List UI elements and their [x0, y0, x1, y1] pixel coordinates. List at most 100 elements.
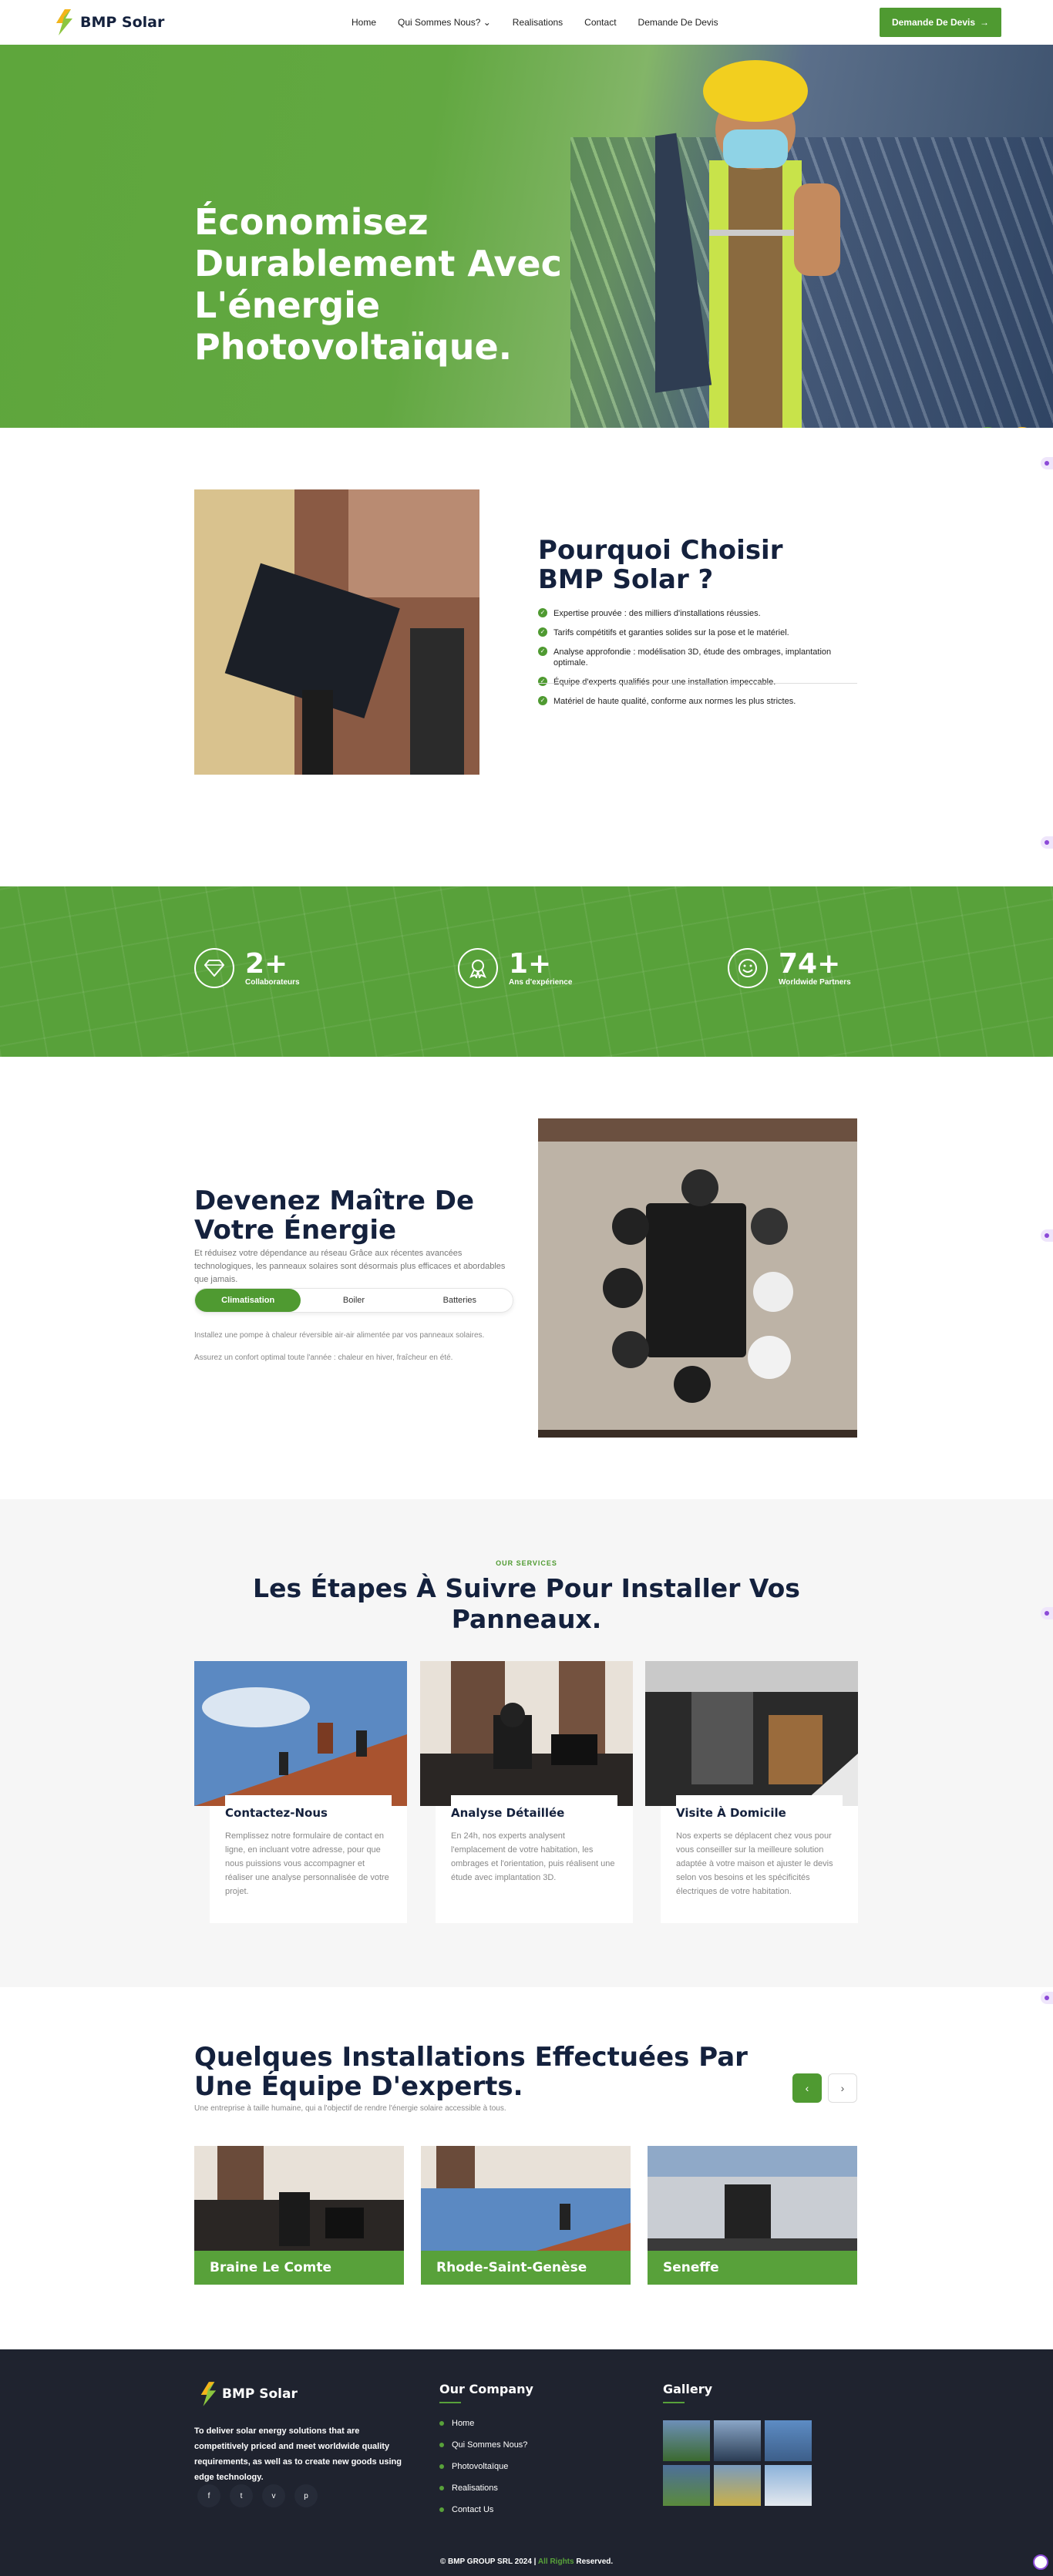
- bolt-logo-icon: [200, 2382, 217, 2406]
- copyright-end: Reserved.: [576, 2558, 614, 2566]
- installation-card[interactable]: Rhode-Saint-Genèse: [421, 2146, 631, 2285]
- copyright: © BMP GROUP SRL 2024 | All Rights Reserv…: [0, 2558, 1053, 2566]
- footer-about: To deliver solar energy solutions that a…: [194, 2426, 402, 2482]
- twitter-icon[interactable]: t: [230, 2484, 253, 2507]
- check-icon: ✓: [538, 627, 547, 637]
- list-item: ✓ Analyse approfondie : modélisation 3D, …: [538, 647, 862, 668]
- step-title: Visite À Domicile: [676, 1795, 843, 1820]
- footer-brand: BMP Solar: [222, 2386, 298, 2402]
- step-card: Analyse Détaillée En 24h, nos experts an…: [420, 1661, 633, 1923]
- footer-link-photovoltaique[interactable]: Photovoltaïque: [439, 2462, 527, 2471]
- menu-item-home[interactable]: Home: [352, 17, 376, 28]
- steps-section: OUR SERVICES Les Étapes À Suivre Pour In…: [0, 1499, 1053, 1987]
- footer-company-links: Home Qui Sommes Nous? Photovoltaïque Rea…: [439, 2419, 527, 2527]
- check-icon: ✓: [538, 608, 547, 617]
- quote-request-button[interactable]: Demande De Devis →: [880, 8, 1001, 37]
- energy-description: Et réduisez votre dépendance au réseau G…: [194, 1249, 506, 1284]
- menu-item-about[interactable]: Qui Sommes Nous? ⌄: [398, 17, 491, 28]
- tab-boiler[interactable]: Boiler: [301, 1289, 406, 1312]
- section-tag: OUR SERVICES: [496, 1559, 557, 1567]
- chevron-down-icon: ⌄: [483, 17, 491, 28]
- check-icon: ✓: [538, 677, 547, 686]
- step-title: Analyse Détaillée: [451, 1795, 617, 1820]
- stat-value: 2+: [245, 947, 288, 980]
- list-item-text: Expertise prouvée : des milliers d'insta…: [553, 609, 761, 618]
- footer-logo[interactable]: BMP Solar: [199, 2382, 298, 2406]
- list-item-text: Tarifs compétitifs et garanties solides …: [553, 628, 789, 637]
- carousel-next-button[interactable]: ›: [828, 2073, 857, 2103]
- vimeo-icon[interactable]: v: [262, 2484, 285, 2507]
- installations-subtitle: Une entreprise à taille humaine, qui a l…: [194, 2104, 506, 2113]
- tab-batteries[interactable]: Batteries: [407, 1289, 513, 1312]
- footer-link-about[interactable]: Qui Sommes Nous?: [439, 2440, 527, 2450]
- stat-value: 74+: [779, 947, 841, 980]
- stat-label: Worldwide Partners: [779, 977, 851, 987]
- home-visit-image: [645, 1661, 858, 1806]
- check-icon: ✓: [538, 647, 547, 656]
- diamond-icon: [194, 948, 234, 988]
- step-text: Remplissez notre formulaire de contact e…: [225, 1831, 389, 1896]
- gallery-thumbnail[interactable]: [663, 2420, 710, 2461]
- menu-item-realisations[interactable]: Realisations: [513, 17, 563, 28]
- gallery-thumbnail[interactable]: [714, 2420, 761, 2461]
- check-icon: ✓: [538, 696, 547, 705]
- hero-section: Économisez Durablement Avec L'énergie Ph…: [0, 45, 1053, 428]
- floating-widget-icon[interactable]: [1041, 1992, 1053, 2004]
- why-section: Pourquoi Choisir BMP Solar ? ✓ Expertise …: [0, 428, 1053, 886]
- footer-link-home[interactable]: Home: [439, 2419, 527, 2428]
- installation-label: Rhode-Saint-Genèse: [421, 2251, 631, 2285]
- brand-logo[interactable]: BMP Solar: [54, 9, 164, 35]
- installation-card[interactable]: Seneffe: [648, 2146, 857, 2285]
- installations-section: Quelques Installations Effectuées Par Un…: [0, 1987, 1053, 2349]
- quote-request-label: Demande De Devis: [891, 17, 976, 28]
- menu-item-devis[interactable]: Demande De Devis: [638, 17, 718, 28]
- list-item: ✓ Expertise prouvée : des milliers d'inst…: [538, 608, 862, 619]
- floating-widget-icon[interactable]: [1041, 1229, 1053, 1242]
- chevron-left-icon: ‹: [805, 2082, 809, 2094]
- menu-item-about-label: Qui Sommes Nous?: [398, 17, 481, 28]
- step-text: En 24h, nos experts analysent l'emplacem…: [451, 1831, 615, 1882]
- social-links: f t v p: [197, 2484, 318, 2507]
- footer-link-contact[interactable]: Contact Us: [439, 2505, 527, 2514]
- footer: BMP Solar To deliver solar energy soluti…: [0, 2349, 1053, 2576]
- footer-gallery-heading: Gallery: [663, 2382, 713, 2396]
- hero-title: Économisez Durablement Avec L'énergie Ph…: [194, 201, 562, 368]
- chat-widget-icon[interactable]: [1033, 2554, 1048, 2570]
- facebook-icon[interactable]: f: [197, 2484, 220, 2507]
- stat-label: Collaborateurs: [245, 977, 300, 987]
- tab-climatisation[interactable]: Climatisation: [195, 1289, 301, 1312]
- carousel-prev-button[interactable]: ‹: [792, 2073, 822, 2103]
- step-title: Contactez-Nous: [225, 1795, 392, 1820]
- floating-widget-icon[interactable]: [1041, 457, 1053, 469]
- brand-name: BMP Solar: [80, 14, 165, 31]
- smile-icon: [728, 948, 768, 988]
- floating-widget-icon[interactable]: [1041, 836, 1053, 849]
- list-item: ✓ Matériel de haute qualité, conforme aux…: [538, 696, 862, 707]
- floating-widget-icon[interactable]: [1041, 1607, 1053, 1619]
- worker-image: [655, 60, 840, 428]
- gallery-thumbnail[interactable]: [663, 2465, 710, 2506]
- list-item: ✓ Tarifs compétitifs et garanties solides…: [538, 627, 862, 638]
- step-card: Contactez-Nous Remplissez notre formulai…: [194, 1661, 407, 1923]
- footer-link-realisations[interactable]: Realisations: [439, 2484, 527, 2493]
- tab-content-text: Installez une pompe à chaleur réversible…: [194, 1331, 485, 1340]
- installation-card[interactable]: Braine Le Comte: [194, 2146, 404, 2285]
- menu-item-contact[interactable]: Contact: [584, 17, 616, 28]
- why-list: ✓ Expertise prouvée : des milliers d'inst…: [538, 608, 862, 715]
- divider: [663, 2402, 685, 2403]
- step-card-body: Visite À Domicile Nos experts se déplace…: [661, 1795, 858, 1923]
- footer-company-heading: Our Company: [439, 2382, 533, 2396]
- top-nav: BMP Solar Home Qui Sommes Nous? ⌄ Realis…: [0, 0, 1053, 45]
- gallery-thumbnail[interactable]: [714, 2465, 761, 2506]
- installation-label: Seneffe: [648, 2251, 857, 2285]
- step-card: Visite À Domicile Nos experts se déplace…: [645, 1661, 858, 1923]
- office-analysis-image: [420, 1661, 633, 1806]
- step-card-body: Contactez-Nous Remplissez notre formulai…: [210, 1795, 407, 1923]
- energy-title: Devenez Maître De Votre Énergie: [194, 1185, 475, 1246]
- copyright-main: © BMP GROUP SRL 2024 |: [439, 2558, 537, 2566]
- pinterest-icon[interactable]: p: [294, 2484, 318, 2507]
- step-card-body: Analyse Détaillée En 24h, nos experts an…: [436, 1795, 633, 1923]
- gallery-thumbnail[interactable]: [765, 2420, 812, 2461]
- installation-label: Braine Le Comte: [194, 2251, 404, 2285]
- gallery-thumbnail[interactable]: [765, 2465, 812, 2506]
